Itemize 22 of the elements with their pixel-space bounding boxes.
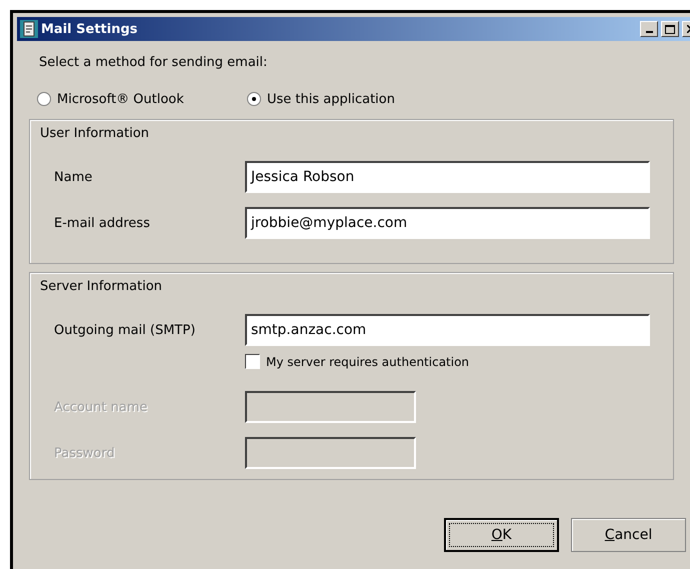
text-field[interactable]: smtp.anzac.com <box>245 314 650 346</box>
radio-label[interactable]: Use this application <box>267 92 395 106</box>
radio-button[interactable] <box>37 92 51 106</box>
checkbox[interactable] <box>245 354 260 369</box>
dialog-button[interactable]: Cancel <box>571 518 686 552</box>
field-label: E-mail address <box>53 216 151 230</box>
text-field[interactable]: Jessica Robson <box>245 161 650 193</box>
radio-button[interactable] <box>247 92 261 106</box>
radio-label[interactable]: Microsoft® Outlook <box>57 92 184 106</box>
checkbox-label[interactable]: My server requires authentication <box>266 354 470 368</box>
text-field[interactable]: jrobbie@myplace.com <box>245 207 650 239</box>
group-title: Server Information <box>40 279 164 294</box>
dialog-button[interactable]: OK <box>444 518 559 552</box>
prompt-text: Select a method for sending email: <box>38 54 268 72</box>
window-title: Mail Settings <box>41 22 139 36</box>
minimize-button[interactable] <box>640 21 658 37</box>
document-icon <box>20 20 38 38</box>
field-label: Name <box>53 170 94 184</box>
field-label: Outgoing mail (SMTP) <box>53 322 196 338</box>
group-title: User Information <box>40 126 150 141</box>
maximize-button[interactable] <box>661 21 679 37</box>
maximize-icon <box>665 24 675 34</box>
